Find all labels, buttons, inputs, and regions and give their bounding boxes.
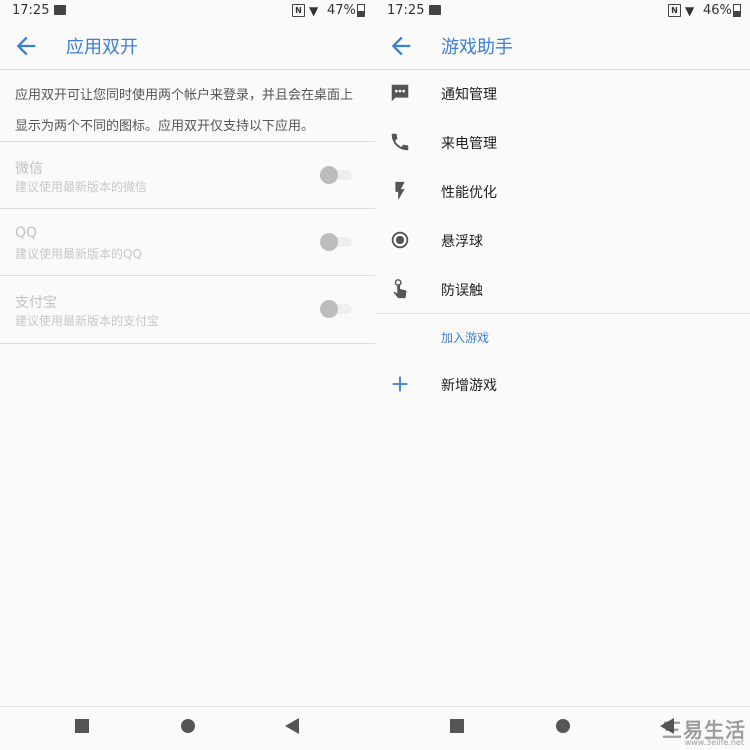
menu-item-label: 性能优化	[441, 185, 497, 201]
battery-percent: 47%	[327, 3, 356, 18]
page-title: 游戏助手	[441, 37, 513, 58]
add-game-label: 新增游戏	[441, 378, 497, 394]
dual-app-toggle[interactable]	[320, 233, 352, 251]
description-text: 应用双开可让您同时使用两个帐户来登录，并且会在桌面上显示为两个不同的图标。应用双…	[15, 88, 354, 134]
status-bar: 17:25 N ▼ 47%	[0, 0, 375, 22]
section-divider	[375, 313, 750, 314]
recents-button[interactable]	[450, 719, 464, 733]
app-bar: 应用双开	[0, 22, 375, 70]
app-row-wechat[interactable]: 微信 建议使用最新版本的微信	[0, 141, 375, 208]
app-subtitle: 建议使用最新版本的QQ	[15, 247, 142, 261]
app-name: 微信	[15, 161, 43, 177]
navigation-bar	[0, 706, 375, 750]
status-bar: 17:25 N ▼ 46%	[375, 0, 750, 22]
recents-button[interactable]	[75, 719, 89, 733]
menu-item-notification[interactable]: 通知管理	[375, 70, 750, 119]
nfc-icon: N	[668, 4, 681, 17]
plus-icon	[392, 376, 408, 392]
app-subtitle: 建议使用最新版本的微信	[15, 180, 148, 194]
app-row-qq[interactable]: QQ 建议使用最新版本的QQ	[0, 208, 375, 275]
phone-icon	[391, 133, 409, 151]
dual-app-toggle[interactable]	[320, 300, 352, 318]
menu-item-label: 通知管理	[441, 87, 497, 103]
battery-icon	[733, 4, 741, 17]
watermark-logo: 三易生活 www.3elife.net	[648, 714, 748, 748]
image-notification-icon	[429, 5, 441, 15]
nfc-icon: N	[292, 4, 305, 17]
status-time: 17:25	[387, 3, 425, 18]
dual-apps-screen: 17:25 N ▼ 47% 应用双开 应用双开可让您同时使用两个帐户来登录，并且…	[0, 0, 375, 750]
touch-icon	[393, 279, 407, 299]
message-icon	[391, 84, 409, 102]
menu-item-floating-ball[interactable]: 悬浮球	[375, 217, 750, 266]
section-header: 加入游戏	[441, 331, 490, 345]
menu-item-anti-touch[interactable]: 防误触	[375, 266, 750, 315]
app-name: QQ	[15, 225, 38, 241]
menu-item-performance[interactable]: 性能优化	[375, 168, 750, 217]
dual-app-toggle[interactable]	[320, 166, 352, 184]
app-subtitle: 建议使用最新版本的支付宝	[15, 314, 160, 328]
nav-back-button[interactable]	[285, 718, 299, 734]
radio-button-icon	[391, 231, 409, 249]
wifi-icon: ▼	[309, 4, 319, 18]
wifi-icon: ▼	[685, 4, 695, 18]
back-arrow-icon[interactable]	[387, 32, 415, 60]
battery-icon	[357, 4, 365, 17]
flash-icon	[395, 181, 405, 201]
battery-percent: 46%	[703, 3, 732, 18]
menu-item-label: 来电管理	[441, 136, 497, 152]
app-row-alipay[interactable]: 支付宝 建议使用最新版本的支付宝	[0, 275, 375, 344]
home-button[interactable]	[181, 719, 195, 733]
back-arrow-icon[interactable]	[12, 32, 40, 60]
app-bar: 游戏助手	[375, 22, 750, 70]
menu-item-label: 防误触	[441, 283, 483, 299]
menu-item-calls[interactable]: 来电管理	[375, 119, 750, 168]
watermark-url: www.3elife.net	[684, 738, 744, 747]
menu-item-label: 悬浮球	[441, 234, 483, 250]
game-assistant-screen: 17:25 N ▼ 46% 游戏助手 通知管理 来电管理 性能优化 悬浮球 防误…	[375, 0, 750, 750]
app-name: 支付宝	[15, 295, 57, 311]
image-notification-icon	[54, 5, 66, 15]
home-button[interactable]	[556, 719, 570, 733]
page-title: 应用双开	[66, 37, 138, 58]
add-game-button[interactable]: 新增游戏	[375, 361, 750, 410]
status-time: 17:25	[12, 3, 50, 18]
